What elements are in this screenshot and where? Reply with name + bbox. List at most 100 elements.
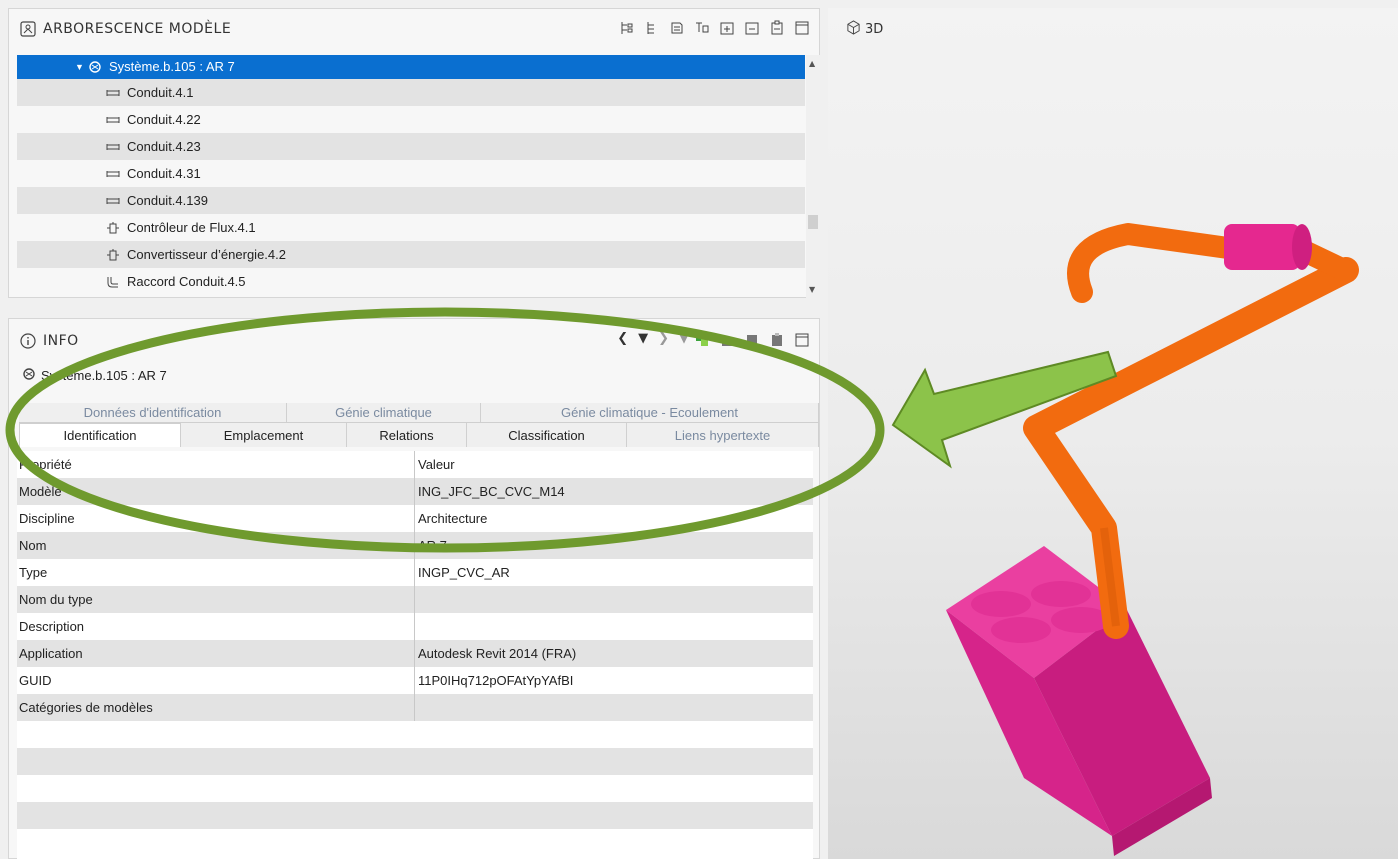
model-tree-toolbar bbox=[618, 19, 811, 37]
clipboard-icon[interactable] bbox=[768, 331, 786, 349]
property-name: Discipline bbox=[17, 505, 415, 532]
info-navigation: ❮ ▼ ❯ ▼ bbox=[617, 331, 689, 346]
tree-item-label: Conduit.4.31 bbox=[127, 166, 201, 181]
clipboard-icon[interactable] bbox=[768, 19, 786, 37]
model-tree-list: ▼ Système.b.105 : AR 7 Conduit.4.1 Condu… bbox=[17, 55, 805, 298]
duct-icon bbox=[103, 139, 123, 155]
system-icon bbox=[85, 59, 105, 75]
tree-item-label: Contrôleur de Flux.4.1 bbox=[127, 220, 256, 235]
duct-fitting-pink[interactable] bbox=[1224, 224, 1312, 270]
duct-icon bbox=[103, 166, 123, 182]
property-name: Nom bbox=[17, 532, 415, 559]
property-value bbox=[415, 694, 813, 721]
tab-relations[interactable]: Relations bbox=[347, 423, 467, 447]
system-icon bbox=[21, 367, 37, 384]
table-row[interactable]: Nom AR 7 bbox=[17, 532, 813, 559]
info-header: INFO ❮ ▼ ❯ ▼ bbox=[9, 319, 819, 363]
tab-hyperlinks[interactable]: Liens hypertexte bbox=[627, 423, 819, 447]
forward-dropdown-icon[interactable]: ▼ bbox=[679, 331, 689, 346]
tab-hvac[interactable]: Génie climatique bbox=[287, 403, 481, 422]
table-row[interactable]: GUID 11P0IHq712pOFAtYpYAfBI bbox=[17, 667, 813, 694]
duct-network[interactable] bbox=[1023, 223, 1359, 639]
scroll-up-icon[interactable]: ▲ bbox=[809, 59, 815, 68]
table-row[interactable]: Discipline Architecture bbox=[17, 505, 813, 532]
tree-item-system[interactable]: ▼ Système.b.105 : AR 7 bbox=[17, 55, 805, 79]
tree-item-label: Système.b.105 : AR 7 bbox=[109, 59, 235, 74]
scroll-thumb[interactable] bbox=[808, 215, 818, 229]
column-header-value[interactable]: Valeur bbox=[415, 451, 813, 478]
collapse-triangle-icon[interactable]: ▼ bbox=[75, 55, 85, 79]
tab-identification-data[interactable]: Données d'identification bbox=[19, 403, 287, 422]
tab-identification[interactable]: Identification bbox=[19, 423, 181, 447]
history-dropdown-icon[interactable]: ▼ bbox=[638, 331, 648, 346]
table-row[interactable]: Catégories de modèles bbox=[17, 694, 813, 721]
hvac-unit-body[interactable] bbox=[946, 546, 1212, 856]
property-value: Autodesk Revit 2014 (FRA) bbox=[418, 646, 577, 661]
tree-hierarchy-icon[interactable] bbox=[618, 19, 636, 37]
tab-location[interactable]: Emplacement bbox=[181, 423, 347, 447]
duct-icon bbox=[103, 85, 123, 101]
tab-classification[interactable]: Classification bbox=[467, 423, 627, 447]
property-name: Catégories de modèles bbox=[17, 694, 415, 721]
tree-item-duct[interactable]: Conduit.4.23 bbox=[17, 133, 805, 160]
flow-controller-icon bbox=[103, 220, 123, 236]
tabs-row-top: Données d'identification Génie climatiqu… bbox=[19, 403, 819, 423]
tree-layers-icon[interactable] bbox=[668, 19, 686, 37]
previous-icon[interactable]: ❮ bbox=[617, 331, 628, 346]
lock-icon[interactable] bbox=[718, 331, 736, 349]
tree-filter-icon[interactable] bbox=[693, 19, 711, 37]
info-toolbar bbox=[693, 331, 811, 349]
empty-row bbox=[17, 802, 813, 829]
property-name: Description bbox=[17, 613, 415, 640]
table-row[interactable]: Description bbox=[17, 613, 813, 640]
tree-item-flow-controller[interactable]: Contrôleur de Flux.4.1 bbox=[17, 214, 805, 241]
table-row[interactable]: Nom du type bbox=[17, 586, 813, 613]
table-row[interactable]: Modèle ING_JFC_BC_CVC_M14 bbox=[17, 478, 813, 505]
table-row[interactable]: Type INGP_CVC_AR bbox=[17, 559, 813, 586]
tree-item-duct[interactable]: Conduit.4.139 bbox=[17, 187, 805, 214]
info-title: INFO bbox=[43, 333, 79, 349]
tree-item-label: Conduit.4.22 bbox=[127, 112, 201, 127]
property-value bbox=[415, 613, 813, 640]
property-value bbox=[415, 586, 813, 613]
collapse-all-icon[interactable] bbox=[743, 19, 761, 37]
expand-all-icon[interactable] bbox=[718, 19, 736, 37]
tree-item-duct[interactable]: Conduit.4.22 bbox=[17, 106, 805, 133]
empty-row bbox=[17, 775, 813, 802]
energy-converter-icon bbox=[103, 247, 123, 263]
tree-item-label: Conduit.4.139 bbox=[127, 193, 208, 208]
scroll-down-icon[interactable]: ▼ bbox=[809, 285, 815, 294]
property-name: Application bbox=[17, 640, 415, 667]
object-highlight-icon[interactable] bbox=[693, 331, 711, 349]
tab-hvac-flow[interactable]: Génie climatique - Ecoulement bbox=[481, 403, 819, 422]
table-row[interactable]: Application Autodesk Revit 2014 (FRA) bbox=[17, 640, 813, 667]
model-tree-panel: ARBORESCENCE MODÈLE ▼ Système.b.105 : AR… bbox=[8, 8, 820, 298]
maximize-panel-icon[interactable] bbox=[793, 19, 811, 37]
duct-icon bbox=[103, 193, 123, 209]
next-icon[interactable]: ❯ bbox=[658, 331, 669, 346]
model-tree-header: ARBORESCENCE MODÈLE bbox=[9, 9, 819, 49]
tree-item-duct[interactable]: Conduit.4.1 bbox=[17, 79, 805, 106]
selected-object-label: Système.b.105 : AR 7 bbox=[41, 368, 167, 383]
property-value: ING_JFC_BC_CVC_M14 bbox=[418, 484, 565, 499]
copy-icon[interactable] bbox=[743, 331, 761, 349]
3d-model[interactable] bbox=[828, 8, 1398, 859]
column-header-property[interactable]: Propriété bbox=[17, 451, 415, 478]
property-value: AR 7 bbox=[418, 538, 447, 553]
model-tree-icon bbox=[19, 20, 37, 38]
empty-row bbox=[17, 721, 813, 748]
maximize-panel-icon[interactable] bbox=[793, 331, 811, 349]
tree-item-duct[interactable]: Conduit.4.31 bbox=[17, 160, 805, 187]
empty-row bbox=[17, 748, 813, 775]
3d-viewport[interactable]: 3D bbox=[828, 8, 1398, 859]
info-icon bbox=[19, 332, 37, 350]
tree-list-icon[interactable] bbox=[643, 19, 661, 37]
tree-scrollbar[interactable]: ▲ ▼ bbox=[806, 55, 820, 298]
property-name: Nom du type bbox=[17, 586, 415, 613]
tree-item-energy-converter[interactable]: Convertisseur d’énergie.4.2 bbox=[17, 241, 805, 268]
property-name: GUID bbox=[17, 667, 415, 694]
selected-object-title: Système.b.105 : AR 7 bbox=[21, 367, 167, 384]
property-value: 11P0IHq712pOFAtYpYAfBI bbox=[418, 673, 574, 688]
tree-item-duct-fitting[interactable]: Raccord Conduit.4.5 bbox=[17, 268, 805, 295]
properties-table: Propriété Valeur Modèle ING_JFC_BC_CVC_M1… bbox=[17, 451, 813, 859]
